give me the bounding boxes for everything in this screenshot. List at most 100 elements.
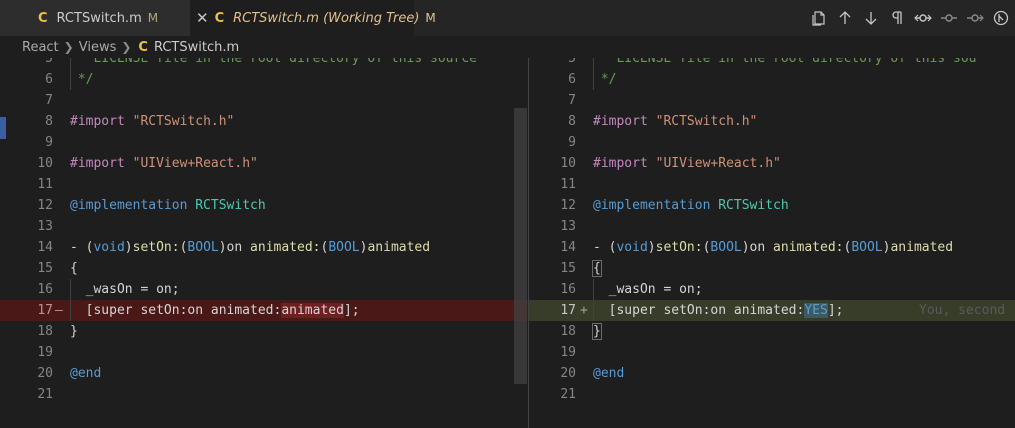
- code-text: _wasOn = on;: [70, 282, 180, 297]
- arrow-down-icon[interactable]: [861, 8, 881, 28]
- line-number: 9: [45, 135, 53, 150]
- code-line[interactable]: 21: [529, 384, 1015, 405]
- vertical-scrollbar[interactable]: [514, 108, 527, 384]
- code-text: }: [70, 324, 78, 339]
- code-line[interactable]: 8 #import "RCTSwitch.h": [0, 111, 528, 132]
- code-line[interactable]: 21: [0, 384, 528, 405]
- modified-badge: M: [425, 11, 436, 25]
- glyph-margin-marker: [0, 117, 6, 139]
- tab-rctswitch-working-tree[interactable]: ✕ C RCTSwitch.m (Working Tree) M: [190, 0, 436, 36]
- code-line[interactable]: 13: [0, 216, 528, 237]
- line-number: 15: [37, 261, 53, 276]
- line-number: 6: [568, 72, 576, 87]
- code-line[interactable]: 10 #import "UIView+React.h": [529, 153, 1015, 174]
- diff-added-line[interactable]: 17 + [super setOn:on animated:YES]; You, s…: [529, 300, 1015, 321]
- code-line[interactable]: 14 - (void)setOn:(BOOL)on animated:(BOOL)…: [529, 237, 1015, 258]
- code-line[interactable]: 16 _wasOn = on;: [529, 279, 1015, 300]
- code-line[interactable]: 5 * LICENSE file in the root directory o…: [529, 58, 1015, 69]
- line-number: 21: [37, 387, 53, 402]
- code-line[interactable]: 16 _wasOn = on;: [0, 279, 528, 300]
- line-number: 19: [560, 345, 576, 360]
- line-number: 18: [37, 324, 53, 339]
- line-number: 15: [560, 261, 576, 276]
- code-text: @implementation RCTSwitch: [70, 198, 266, 213]
- pilcrow-icon[interactable]: [887, 8, 907, 28]
- code-line[interactable]: 13: [529, 216, 1015, 237]
- code-line[interactable]: 5 * LICENSE file in the root directory o…: [0, 58, 528, 69]
- tab-label: RCTSwitch.m: [56, 10, 142, 26]
- line-number: 13: [37, 219, 53, 234]
- code-text: [super setOn:on animated:animated];: [70, 303, 360, 318]
- line-number: 9: [568, 135, 576, 150]
- diff-editor-original[interactable]: 5 * LICENSE file in the root directory o…: [0, 58, 528, 428]
- editor-toolbar: [809, 0, 1011, 36]
- line-number: 17: [560, 303, 576, 318]
- code-text: @implementation RCTSwitch: [593, 198, 789, 213]
- diff-minus-marker: —: [55, 303, 63, 318]
- code-line[interactable]: 7: [529, 90, 1015, 111]
- indent-guide: [70, 279, 71, 321]
- code-line[interactable]: 12 @implementation RCTSwitch: [0, 195, 528, 216]
- tab-rctswitch[interactable]: C RCTSwitch.m M: [0, 0, 190, 36]
- breadcrumb-item-file[interactable]: RCTSwitch.m: [154, 40, 239, 55]
- gitlens-icon[interactable]: [991, 8, 1011, 28]
- code-line[interactable]: 6 */: [0, 69, 528, 90]
- line-number: 20: [560, 366, 576, 381]
- code-line[interactable]: 9: [0, 132, 528, 153]
- git-commit-icon[interactable]: [913, 8, 933, 28]
- code-line[interactable]: 14 - (void)setOn:(BOOL)on animated:(BOOL)…: [0, 237, 528, 258]
- line-number: 10: [37, 156, 53, 171]
- indent-guide: [70, 58, 71, 90]
- line-number: 11: [37, 177, 53, 192]
- open-file-icon[interactable]: [809, 8, 829, 28]
- line-number: 8: [45, 114, 53, 129]
- line-number: 20: [37, 366, 53, 381]
- code-line[interactable]: 6 */: [529, 69, 1015, 90]
- line-number: 12: [37, 198, 53, 213]
- c-file-icon: C: [214, 10, 225, 26]
- line-number: 7: [45, 93, 53, 108]
- code-line[interactable]: 15 {: [0, 258, 528, 279]
- line-number: 13: [560, 219, 576, 234]
- code-line[interactable]: 19: [529, 342, 1015, 363]
- code-text: #import "RCTSwitch.h": [593, 114, 758, 129]
- arrow-up-icon[interactable]: [835, 8, 855, 28]
- code-line[interactable]: 20 @end: [529, 363, 1015, 384]
- code-line[interactable]: 7: [0, 90, 528, 111]
- code-text: {: [592, 260, 602, 277]
- code-line[interactable]: 12 @implementation RCTSwitch: [529, 195, 1015, 216]
- git-commit-prev-icon[interactable]: [939, 8, 959, 28]
- line-number: 16: [37, 282, 53, 297]
- code-text: #import "UIView+React.h": [70, 156, 258, 171]
- code-text: - (void)setOn:(BOOL)on animated:(BOOL)an…: [70, 240, 431, 255]
- code-text: */: [70, 72, 94, 87]
- code-line[interactable]: 20 @end: [0, 363, 528, 384]
- code-text: #import "UIView+React.h": [593, 156, 781, 171]
- line-number: 6: [45, 72, 53, 87]
- code-line[interactable]: 9: [529, 132, 1015, 153]
- line-number: 7: [568, 93, 576, 108]
- line-number: 14: [37, 240, 53, 255]
- close-icon[interactable]: ✕: [196, 9, 209, 27]
- line-number: 19: [37, 345, 53, 360]
- breadcrumb-item-react[interactable]: React: [22, 40, 59, 55]
- chevron-right-icon: ❯: [63, 40, 74, 54]
- c-file-icon: C: [138, 39, 148, 55]
- code-text: * LICENSE file in the root directory of …: [593, 58, 977, 66]
- line-number: 8: [568, 114, 576, 129]
- code-text: - (void)setOn:(BOOL)on animated:(BOOL)an…: [593, 240, 954, 255]
- code-line[interactable]: 8 #import "RCTSwitch.h": [529, 111, 1015, 132]
- code-line[interactable]: 15 {: [529, 258, 1015, 279]
- git-commit-next-icon[interactable]: [965, 8, 985, 28]
- code-line[interactable]: 11: [0, 174, 528, 195]
- code-text: @end: [70, 366, 102, 381]
- code-line[interactable]: 11: [529, 174, 1015, 195]
- diff-removed-line[interactable]: 17— [super setOn:on animated:animated];: [0, 300, 528, 321]
- code-line[interactable]: 18}: [0, 321, 528, 342]
- code-line[interactable]: 18}: [529, 321, 1015, 342]
- line-number: 10: [560, 156, 576, 171]
- breadcrumb-item-views[interactable]: Views: [79, 40, 117, 55]
- code-line[interactable]: 19: [0, 342, 528, 363]
- code-line[interactable]: 10 #import "UIView+React.h": [0, 153, 528, 174]
- diff-editor-modified[interactable]: 5 * LICENSE file in the root directory o…: [529, 58, 1015, 428]
